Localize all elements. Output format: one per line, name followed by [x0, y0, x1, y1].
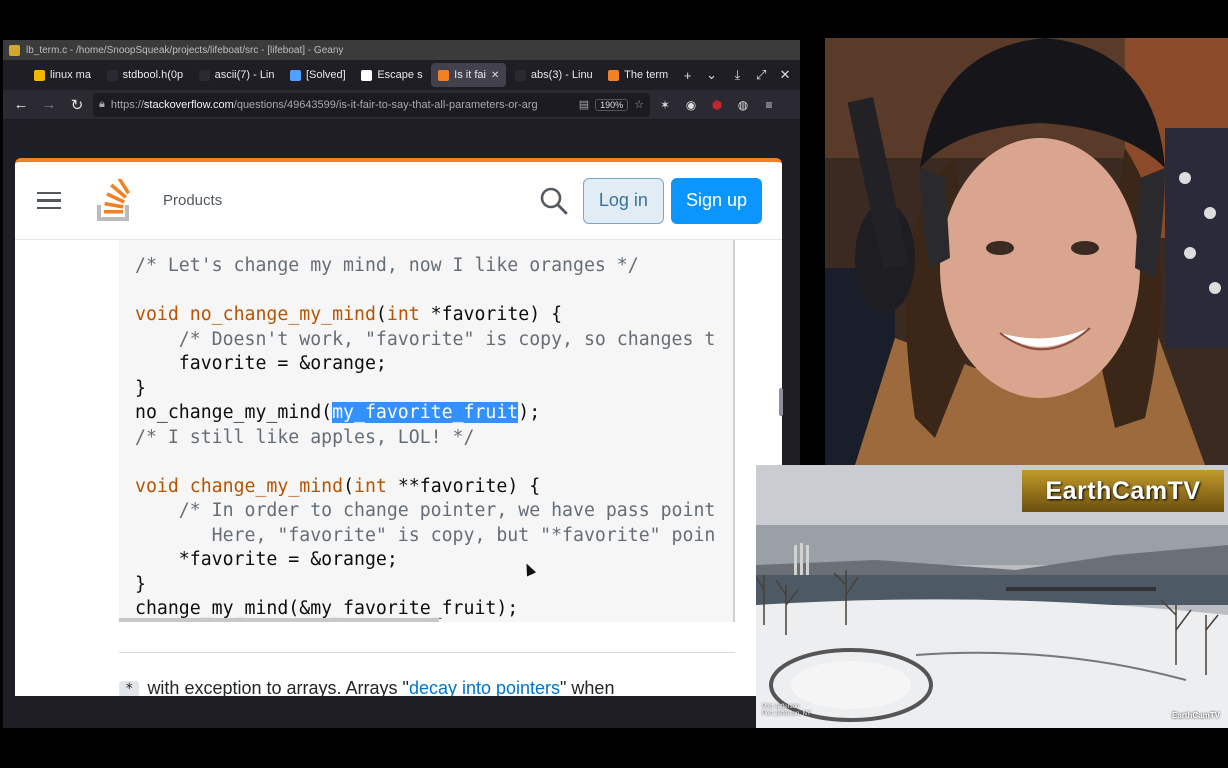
code-function-name: no_change_my_mind — [189, 304, 376, 325]
tab-favicon-icon — [289, 69, 301, 81]
ublock-icon[interactable]: ⬢ — [706, 94, 728, 116]
reader-view-icon[interactable]: ▤ — [579, 98, 589, 111]
lock-icon: 🔒︎ — [99, 98, 105, 110]
code-line: } — [135, 377, 146, 399]
code-line: change_my_mind(&my_favorite_fruit); — [135, 598, 519, 619]
earthcam-location-caption: Port Jefferson Port Jefferson, NY — [762, 704, 811, 717]
footnote-text-after: " when — [560, 678, 615, 696]
webcam-feed — [825, 38, 1228, 465]
tab-favicon-icon — [198, 69, 210, 81]
fullscreen-icon[interactable]: ⤢ — [750, 67, 772, 83]
browser-tab[interactable]: abs(3) - Linu — [508, 63, 599, 87]
extension-wand-icon[interactable]: ✶ — [654, 94, 676, 116]
browser-window: lb_term.c - /home/SnoopSqueak/projects/l… — [3, 40, 800, 728]
earthcam-brand-badge: EarthCamTV — [1022, 470, 1224, 512]
code-comment: /* Doesn't work, "favorite" is copy, so … — [135, 328, 716, 350]
browser-tab[interactable]: ascii(7) - Lin — [192, 63, 281, 87]
stackoverflow-logo[interactable] — [95, 178, 135, 223]
decay-into-pointers-link[interactable]: decay into pointers — [409, 678, 560, 696]
code-keyword: void — [135, 475, 179, 497]
browser-tab[interactable]: [Solved] — [283, 63, 352, 87]
close-tab-icon[interactable]: ✕ — [491, 70, 499, 81]
browser-tab[interactable]: The term — [601, 63, 675, 87]
webcam-person-image — [825, 38, 1228, 465]
browser-tab[interactable]: Is it fai ✕ — [431, 63, 506, 87]
code-comment: /* I still like apples, LOL! */ — [135, 426, 475, 448]
login-button[interactable]: Log in — [582, 177, 664, 224]
browser-tab[interactable]: Escape s — [354, 63, 429, 87]
back-icon[interactable]: ← — [9, 93, 33, 117]
tab-favicon-icon — [608, 69, 620, 81]
geany-app-icon — [9, 44, 20, 56]
footnote-text: with exception to arrays. Arrays " — [147, 678, 409, 696]
code-function-name: change_my_mind — [189, 475, 344, 497]
code-type: int — [354, 475, 387, 497]
code-line: favorite = &orange; — [135, 353, 387, 374]
code-block: /* Let's change my mind, now I like oran… — [119, 240, 735, 622]
products-link[interactable]: Products — [163, 192, 222, 209]
forward-icon[interactable]: → — [37, 93, 61, 117]
code-keyword: void — [135, 304, 179, 325]
divider — [119, 652, 735, 653]
tab-label: ascii(7) - Lin — [214, 69, 275, 81]
selected-text: my_favorite_fruit — [332, 402, 519, 423]
code-comment: /* Let's change my mind, now I like oran… — [135, 255, 639, 276]
os-title-bar: lb_term.c - /home/SnoopSqueak/projects/l… — [3, 40, 800, 60]
page-viewport: Products Log in Sign up /* Let's change … — [3, 120, 800, 728]
so-header: Products Log in Sign up — [15, 162, 782, 240]
footnote-star: * — [119, 680, 140, 696]
tab-favicon-icon — [438, 69, 450, 81]
code-line: *favorite = &orange; — [135, 549, 398, 570]
navigation-bar: ← → ↻ 🔒︎ https://stackoverflow.com/quest… — [3, 90, 800, 120]
code-comment: /* In order to change pointer, we have p… — [135, 500, 716, 521]
code-line: no_change_my_mind( — [135, 402, 333, 423]
window-close-icon[interactable]: ✕ — [774, 67, 796, 83]
footnote: * with exception to arrays. Arrays "deca… — [119, 678, 614, 696]
tab-favicon-icon — [34, 69, 45, 81]
bookmark-star-icon[interactable]: ☆ — [634, 98, 644, 111]
zoom-level[interactable]: 190% — [595, 98, 629, 111]
url-text: https://stackoverflow.com/questions/4964… — [110, 98, 538, 111]
tab-favicon-icon — [514, 69, 526, 81]
tab-label: [Solved] — [305, 69, 346, 81]
hamburger-menu-icon[interactable] — [37, 191, 61, 210]
search-icon[interactable] — [539, 186, 569, 216]
url-bar[interactable]: 🔒︎ https://stackoverflow.com/questions/4… — [93, 92, 650, 117]
account-icon[interactable]: ◍ — [732, 94, 754, 116]
tab-favicon-icon — [106, 69, 118, 81]
code-comment: Here, "favorite" is copy, but "*favorite… — [135, 524, 716, 546]
signup-button[interactable]: Sign up — [670, 177, 762, 224]
tab-label: stdbool.h(0p — [122, 69, 184, 81]
tab-label: Is it fai — [454, 69, 486, 81]
tab-label: abs(3) - Linu — [530, 69, 593, 81]
reload-icon[interactable]: ↻ — [65, 93, 89, 117]
code-type: int — [386, 304, 420, 325]
menu-icon[interactable]: ≡ — [758, 94, 780, 116]
tab-favicon-icon — [361, 69, 373, 81]
browser-tab[interactable]: stdbool.h(0p — [100, 63, 190, 87]
code-line: } — [135, 573, 146, 595]
code-horizontal-scrollbar[interactable] — [119, 618, 439, 622]
tab-bar: linux ma stdbool.h(0p ascii(7) - Lin [Solve… — [3, 60, 800, 90]
window-title: lb_term.c - /home/SnoopSqueak/projects/l… — [26, 44, 344, 56]
tab-label: linux ma — [50, 69, 91, 81]
earthcam-feed: EarthCamTV Port Jefferson Port Jefferson,… — [756, 465, 1228, 728]
tab-label: Escape s — [377, 69, 423, 81]
earthcam-watermark: EarthCamTV — [1171, 711, 1220, 720]
new-tab-icon[interactable]: + — [677, 68, 699, 83]
stackoverflow-page: Products Log in Sign up /* Let's change … — [15, 158, 782, 696]
screen: lb_term.c - /home/SnoopSqueak/projects/l… — [0, 0, 1228, 768]
extension-icon[interactable]: ◉ — [680, 94, 702, 116]
download-icon[interactable]: ⤓ — [726, 67, 748, 83]
list-tabs-icon[interactable]: ⌄ — [701, 67, 723, 83]
page-scrollbar[interactable] — [779, 388, 783, 416]
tab-label: The term — [624, 69, 669, 81]
browser-tab[interactable]: linux ma — [27, 63, 98, 87]
